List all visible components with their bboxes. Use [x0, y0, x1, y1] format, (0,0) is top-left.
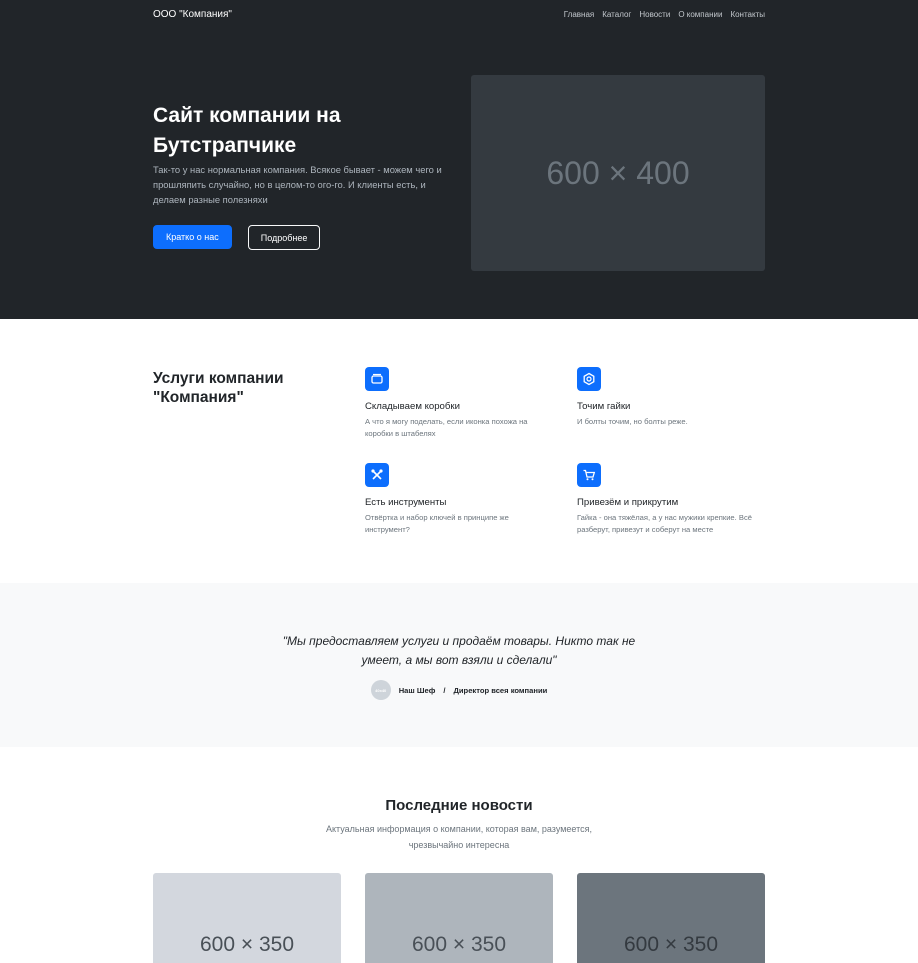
nav-news[interactable]: Новости — [639, 10, 670, 19]
tools-icon — [365, 463, 389, 487]
hero-image-label: 600 × 400 — [546, 154, 690, 191]
box-icon — [365, 367, 389, 391]
feature-text: А что я могу поделать, если иконка похож… — [365, 417, 528, 438]
news-section: Последние новости Актуальная информация … — [0, 747, 918, 963]
testimonial-section: "Мы предоставляем услуги и продаём товар… — [0, 583, 918, 747]
feature-title: Есть инструменты — [365, 497, 447, 508]
services-section: Услуги компании "Компания" Складываем ко… — [0, 319, 918, 583]
news-card-image[interactable]: 600 × 350 — [365, 873, 553, 963]
testimonial-author: 40x40 Наш Шеф / Директор всея компании — [0, 680, 918, 700]
feature-text: И болты точим, но болты реже. — [577, 417, 688, 426]
main-nav: Главная Каталог Новости О компании Конта… — [564, 10, 765, 19]
feature-text: Гайка - она тяжёлая, а у нас мужики креп… — [577, 513, 752, 534]
nut-icon — [577, 367, 601, 391]
news-card-image-label: 600 × 350 — [199, 933, 294, 956]
feature-title: Привезём и прикрутим — [577, 497, 679, 508]
news-card-image[interactable]: 600 × 350 — [577, 873, 765, 963]
news-card-image[interactable]: 600 × 350 — [153, 873, 341, 963]
news-card-image-label: 600 × 350 — [623, 933, 718, 956]
news-card-image-label: 600 × 350 — [411, 933, 506, 956]
author-name: Наш Шеф — [398, 685, 436, 695]
avatar: 40x40 — [370, 680, 391, 700]
about-brief-button[interactable]: Кратко о нас — [153, 225, 232, 249]
navbar: ООО "Компания" Главная Каталог Новости О… — [153, 0, 765, 28]
author-separator: / — [443, 685, 446, 695]
nav-home[interactable]: Главная — [564, 10, 594, 19]
nav-about[interactable]: О компании — [678, 10, 722, 19]
news-title: Последние новости — [385, 797, 533, 814]
hero-image-placeholder: 600 × 400 — [471, 75, 765, 271]
services-title: Услуги компании "Компания" — [153, 370, 284, 406]
feature-boxes: Складываем коробки А что я могу поделать… — [365, 367, 545, 440]
feature-tools: Есть инструменты Отвёртка и набор ключей… — [365, 463, 545, 536]
hero-title: Сайт компании на Бутстрапчике — [153, 104, 341, 157]
hero-section: ООО "Компания" Главная Каталог Новости О… — [0, 0, 918, 319]
feature-delivery: Привезём и прикрутим Гайка - она тяжёлая… — [577, 463, 757, 536]
testimonial-quote: "Мы предоставляем услуги и продаём товар… — [282, 634, 636, 667]
author-position: Директор всея компании — [453, 685, 548, 695]
news-subtitle: Актуальная информация о компании, котора… — [325, 824, 593, 850]
feature-title: Точим гайки — [577, 401, 631, 412]
feature-title: Складываем коробки — [365, 401, 460, 412]
feature-nuts: Точим гайки И болты точим, но болты реже… — [577, 367, 757, 428]
more-button[interactable]: Подробнее — [247, 225, 321, 250]
cart-icon — [577, 463, 601, 487]
feature-text: Отвёртка и набор ключей в принципе же ин… — [365, 513, 509, 534]
hero-lead: Так-то у нас нормальная компания. Всякое… — [153, 164, 442, 205]
nav-contacts[interactable]: Контакты — [730, 10, 765, 19]
brand-logo[interactable]: ООО "Компания" — [153, 9, 232, 20]
nav-catalog[interactable]: Каталог — [602, 10, 631, 19]
